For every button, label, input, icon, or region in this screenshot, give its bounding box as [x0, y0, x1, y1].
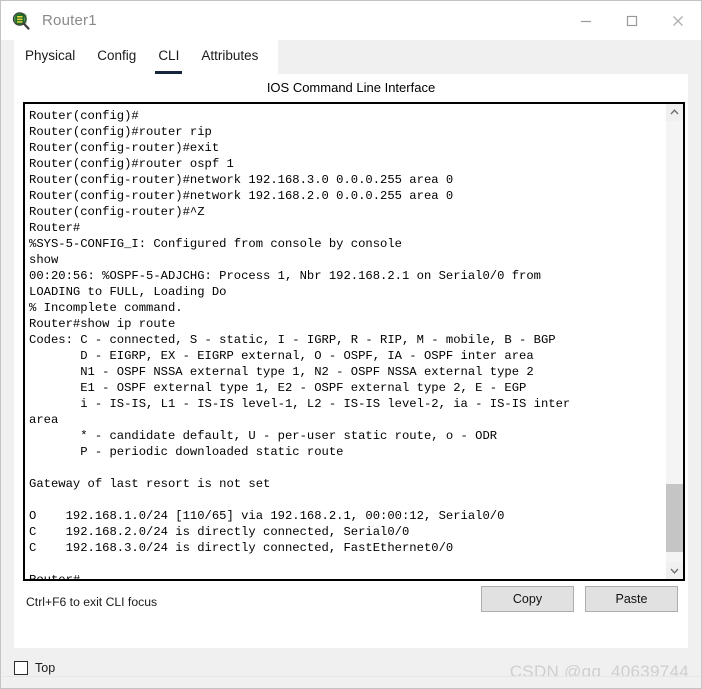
cli-heading: IOS Command Line Interface	[266, 80, 436, 95]
ghost-text-mid	[332, 682, 335, 688]
copy-button[interactable]: Copy	[481, 586, 574, 612]
router-device-icon	[12, 11, 32, 31]
title-bar: Router1	[1, 1, 701, 40]
cli-action-buttons: Copy Paste	[481, 586, 678, 612]
scrollbar-track[interactable]	[666, 121, 683, 562]
chevron-down-icon[interactable]	[666, 562, 683, 579]
top-checkbox[interactable]: Top	[14, 661, 55, 675]
scrollbar-thumb[interactable]	[666, 484, 683, 552]
cli-panel: IOS Command Line Interface Router(config…	[14, 74, 688, 648]
tab-strip-background: Physical Config CLI Attributes	[1, 40, 701, 75]
background-window-strip	[2, 676, 700, 688]
maximize-button[interactable]	[609, 1, 655, 40]
terminal-text: Router(config)# Router(config)#router ri…	[29, 109, 571, 579]
window-controls	[563, 1, 701, 40]
window-title: Router1	[42, 12, 97, 29]
close-button[interactable]	[655, 1, 701, 40]
tab-cli[interactable]: CLI	[155, 41, 183, 75]
focus-hint-label: Ctrl+F6 to exit CLI focus	[26, 595, 158, 609]
terminal-output[interactable]: Router(config)# Router(config)#router ri…	[25, 104, 665, 579]
chevron-up-icon[interactable]	[666, 104, 683, 121]
tab-strip: Physical Config CLI Attributes	[14, 40, 278, 75]
ghost-text-left	[62, 682, 65, 688]
top-checkbox-label: Top	[35, 661, 56, 675]
cli-panel-footer: Ctrl+F6 to exit CLI focus Copy Paste	[14, 581, 688, 648]
minimize-button[interactable]	[563, 1, 609, 40]
tab-attributes[interactable]: Attributes	[201, 41, 258, 73]
tab-physical[interactable]: Physical	[25, 41, 75, 73]
bottom-bar: Top CSDN @qq_40639744	[1, 648, 701, 688]
tab-config[interactable]: Config	[97, 41, 136, 73]
terminal-scrollbar[interactable]	[665, 104, 683, 579]
checkbox-box[interactable]	[14, 661, 28, 675]
paste-button[interactable]: Paste	[585, 586, 678, 612]
terminal-container: Router(config)# Router(config)#router ri…	[23, 102, 685, 581]
router-cli-window: Router1 Physical Config CLI Attributes I…	[0, 0, 702, 689]
